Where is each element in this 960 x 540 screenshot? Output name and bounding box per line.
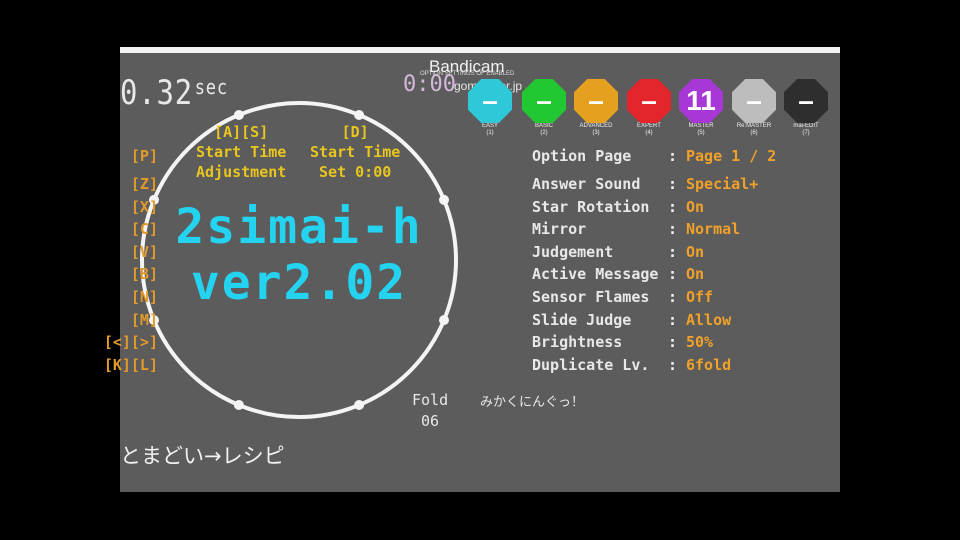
option-colon: : (668, 243, 678, 261)
sensor-dot (439, 315, 449, 326)
option-name: Star Rotation (532, 198, 650, 216)
sensor-dot (233, 400, 244, 410)
game-title: 2simai-h (175, 199, 423, 255)
difficulty-basic[interactable]: – BASIC (2) (521, 79, 567, 137)
difficulty-expert-badge: – (627, 79, 671, 123)
timer-unit: sec (194, 75, 228, 99)
hint-start-adjust-keys: [A][S] (214, 123, 269, 141)
option-colon: : (668, 288, 678, 306)
difficulty-master-label: MASTER (688, 123, 714, 129)
option-value: Allow (686, 311, 732, 329)
difficulty-remaster-key: (6) (750, 130, 758, 136)
option-key: [<][>] (103, 333, 158, 351)
watermark-sub: OPTION SETTINGS OF ENABLED (420, 71, 515, 77)
game-screen: 0.32sec 0:00 Bandicam OPTION SETTINGS OF… (104, 47, 840, 492)
option-value: On (686, 198, 705, 216)
sensor-dot (354, 400, 365, 410)
difficulty-master[interactable]: 11 MASTER (5) (678, 79, 724, 137)
difficulty-basic-key: (2) (540, 130, 548, 136)
option-value: Special+ (686, 175, 759, 193)
option-colon: : (668, 311, 678, 329)
option-colon: : (668, 333, 678, 351)
option-value: Off (686, 288, 714, 306)
option-value: Page 1 / 2 (686, 147, 777, 165)
option-value: On (686, 243, 705, 261)
option-name: Brightness (532, 333, 623, 351)
game-version: ver2.02 (190, 255, 408, 311)
option-name: Duplicate Lv. (532, 356, 650, 374)
option-name: Mirror (532, 220, 587, 238)
difficulty-mai-edit[interactable]: – mai-EDIT (7) (783, 79, 829, 137)
lyric-caption: とまどい→レシピ (120, 444, 285, 468)
option-name: Slide Judge (532, 311, 632, 329)
difficulty-expert-label: EXPERT (637, 123, 661, 129)
difficulty-remaster[interactable]: – Re:MASTER (6) (731, 79, 777, 137)
option-colon: : (668, 175, 678, 193)
difficulty-easy-key: (1) (486, 130, 494, 136)
difficulty-basic-badge: – (522, 79, 566, 123)
option-key: [K][L] (103, 356, 158, 374)
hint-start-adjust-line2: Adjustment (196, 163, 287, 181)
difficulty-advanced-label: ADVANCED (579, 123, 613, 129)
difficulty-advanced-badge: – (574, 79, 618, 123)
option-key: [V] (130, 243, 158, 261)
option-key: [B] (130, 265, 158, 283)
hint-start-adjust-line1: Start Time (196, 143, 287, 161)
difficulty-basic-label: BASIC (534, 123, 553, 129)
difficulty-remaster-badge: – (732, 79, 776, 123)
option-colon: : (668, 356, 678, 374)
difficulty-master-key: (5) (697, 130, 705, 136)
hint-start-set-line2: Set 0:00 (319, 163, 392, 181)
top-border (120, 47, 840, 53)
option-name: Judgement (532, 243, 614, 261)
option-key: [Z] (130, 175, 158, 193)
option-value: On (686, 265, 705, 283)
difficulty-advanced-key: (3) (592, 130, 600, 136)
fold-label: Fold (412, 391, 449, 409)
option-value: Normal (686, 220, 741, 238)
option-key: [M] (130, 311, 158, 329)
option-colon: : (668, 220, 678, 238)
sensor-dot (354, 110, 365, 120)
fold-value: 06 (421, 412, 440, 430)
difficulty-easy[interactable]: – EASY (1) (467, 79, 513, 137)
option-colon: : (668, 198, 678, 216)
difficulty-expert[interactable]: – EXPERT (4) (626, 79, 672, 137)
difficulty-easy-badge: – (468, 79, 512, 123)
option-name: Option Page (532, 147, 632, 165)
difficulty-mai-edit-key: (7) (802, 130, 810, 136)
difficulty-easy-label: EASY (481, 123, 498, 129)
hint-start-adjust: [A][S] Start Time Adjustment (196, 122, 286, 182)
difficulty-expert-key: (4) (645, 130, 653, 136)
difficulty-mai-edit-label: mai-EDIT (793, 123, 819, 129)
option-key: [X] (130, 198, 158, 216)
option-colon: : (668, 147, 678, 165)
option-value: 6fold (686, 356, 732, 374)
option-key: [N] (130, 288, 158, 306)
option-name: Sensor Flames (532, 288, 650, 306)
option-key: [P] (130, 147, 158, 165)
option-key: [C] (130, 220, 158, 238)
option-value: 50% (686, 333, 714, 351)
difficulty-advanced[interactable]: – ADVANCED (3) (573, 79, 619, 137)
fold-indicator: Fold 06 (412, 390, 448, 432)
hint-start-set: [D] Start Time Set 0:00 (310, 122, 400, 182)
song-title: みかくにんぐっ！ (480, 395, 585, 410)
difficulty-remaster-label: Re:MASTER (736, 123, 772, 129)
option-name: Active Message (532, 265, 659, 283)
hint-start-set-keys: [D] (341, 123, 369, 141)
option-name: Answer Sound (532, 175, 641, 193)
difficulty-master-badge: 11 (679, 79, 723, 123)
difficulty-mai-edit-badge: – (784, 79, 828, 123)
hint-start-set-line1: Start Time (310, 143, 401, 161)
sensor-dot (233, 110, 244, 120)
option-colon: : (668, 265, 678, 283)
